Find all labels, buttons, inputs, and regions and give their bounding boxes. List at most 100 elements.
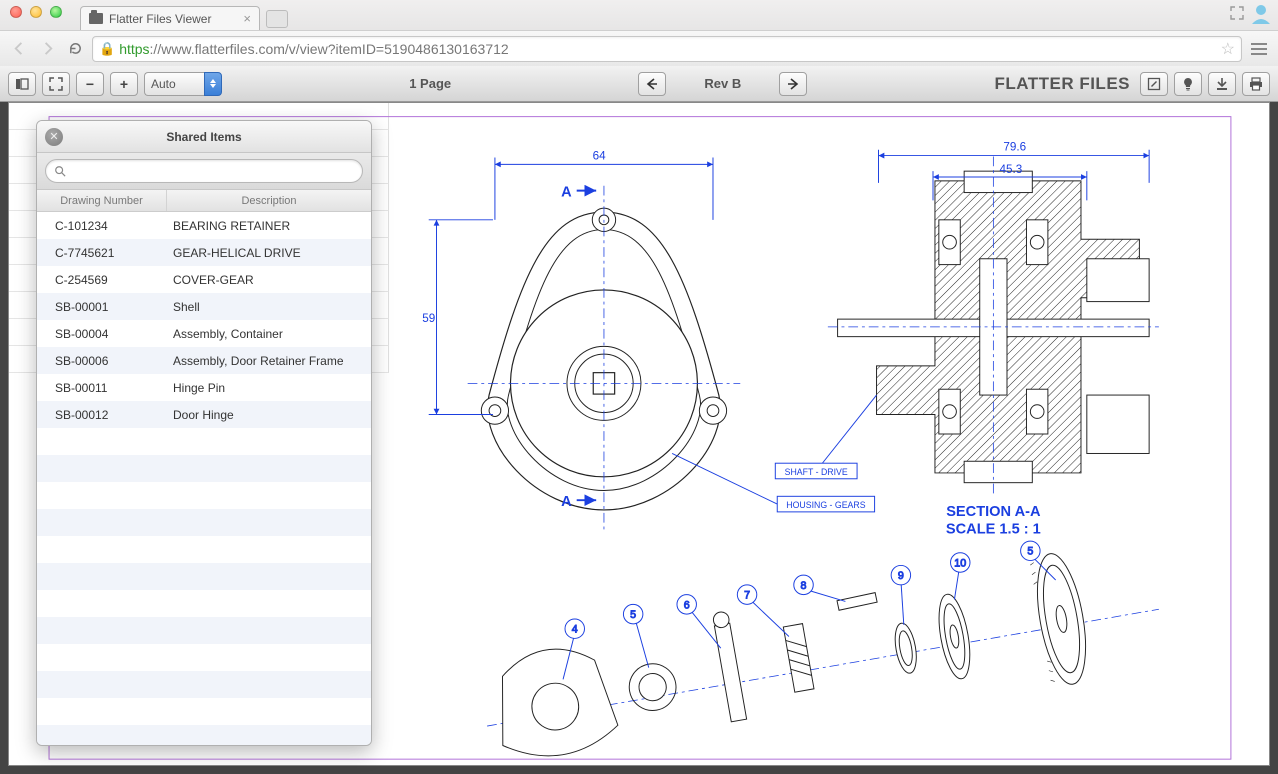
section-title-2: SCALE 1.5 : 1 <box>946 521 1041 537</box>
window-close-button[interactable] <box>10 6 22 18</box>
balloon-8: 8 <box>801 580 807 592</box>
brand-label: FLATTER FILES <box>994 74 1130 94</box>
user-profile-icon[interactable] <box>1250 2 1272 24</box>
nav-forward-button[interactable] <box>36 38 58 60</box>
table-row[interactable]: SB-00001Shell <box>37 293 371 320</box>
cell-description: BEARING RETAINER <box>167 219 371 233</box>
tab-close-icon[interactable]: × <box>243 11 251 26</box>
window-controls <box>10 6 62 18</box>
tab-favicon <box>89 13 103 24</box>
nav-back-button[interactable] <box>8 38 30 60</box>
cell-drawing-number: SB-00012 <box>37 408 167 422</box>
search-box[interactable] <box>45 159 363 183</box>
idea-button[interactable] <box>1174 72 1202 96</box>
dim-59: 59 <box>422 312 435 325</box>
marker-a-top: A <box>561 184 572 200</box>
cell-drawing-number: SB-00011 <box>37 381 167 395</box>
dim-45-3: 45.3 <box>1000 163 1023 176</box>
edit-button[interactable] <box>1140 72 1168 96</box>
table-row[interactable]: C-254569COVER-GEAR <box>37 266 371 293</box>
shared-items-panel: ✕ Shared Items Drawing Number Descriptio… <box>36 120 372 746</box>
panel-header: ✕ Shared Items <box>37 121 371 153</box>
rev-prev-button[interactable] <box>638 72 666 96</box>
table-row[interactable]: SB-00004Assembly, Container <box>37 320 371 347</box>
balloon-7: 7 <box>744 590 750 602</box>
tab-active[interactable]: Flatter Files Viewer × <box>80 6 260 30</box>
balloon-4: 4 <box>572 624 578 636</box>
table-row[interactable] <box>37 590 371 617</box>
section-title-1: SECTION A-A <box>946 504 1041 520</box>
table-row[interactable] <box>37 428 371 455</box>
col-description[interactable]: Description <box>167 190 371 211</box>
cell-description: COVER-GEAR <box>167 273 371 287</box>
zoom-in-button[interactable]: + <box>110 72 138 96</box>
table-row[interactable] <box>37 482 371 509</box>
zoom-select[interactable]: Auto <box>144 72 222 96</box>
table-row[interactable] <box>37 617 371 644</box>
rev-next-button[interactable] <box>779 72 807 96</box>
table-row[interactable] <box>37 698 371 725</box>
sidebar-toggle-button[interactable] <box>8 72 36 96</box>
balloon-5b: 5 <box>1027 546 1033 558</box>
balloon-5a: 5 <box>630 609 636 621</box>
address-bar: 🔒 https://www.flatterfiles.com/v/view?it… <box>0 30 1278 66</box>
table-row[interactable] <box>37 455 371 482</box>
table-row[interactable] <box>37 671 371 698</box>
table-row[interactable] <box>37 563 371 590</box>
cell-drawing-number: C-7745621 <box>37 246 167 260</box>
download-button[interactable] <box>1208 72 1236 96</box>
label-housing: HOUSING - GEARS <box>786 500 865 510</box>
tab-strip: Flatter Files Viewer × <box>80 0 1218 30</box>
rev-label: Rev B <box>676 76 769 91</box>
cell-drawing-number: C-254569 <box>37 273 167 287</box>
balloon-10: 10 <box>954 557 966 569</box>
table-row[interactable]: SB-00006Assembly, Door Retainer Frame <box>37 347 371 374</box>
table-row[interactable]: SB-00011Hinge Pin <box>37 374 371 401</box>
tab-title: Flatter Files Viewer <box>109 12 211 26</box>
new-tab-button[interactable] <box>266 10 288 28</box>
zoom-value: Auto <box>144 72 204 96</box>
panel-title: Shared Items <box>166 130 241 144</box>
cell-drawing-number: SB-00006 <box>37 354 167 368</box>
print-button[interactable] <box>1242 72 1270 96</box>
label-shaft: SHAFT - DRIVE <box>785 467 848 477</box>
browser-chrome: Flatter Files Viewer × 🔒 https://www.fla… <box>0 0 1278 66</box>
table-row[interactable] <box>37 644 371 671</box>
url-text: https://www.flatterfiles.com/v/view?item… <box>119 41 509 57</box>
fit-screen-button[interactable] <box>42 72 70 96</box>
cell-drawing-number: C-101234 <box>37 219 167 233</box>
zoom-out-button[interactable]: − <box>76 72 104 96</box>
col-drawing-number[interactable]: Drawing Number <box>37 190 167 211</box>
window-zoom-button[interactable] <box>50 6 62 18</box>
table-row[interactable] <box>37 509 371 536</box>
zoom-stepper-icon[interactable] <box>204 72 222 96</box>
cell-description: Hinge Pin <box>167 381 371 395</box>
table-row[interactable] <box>37 725 371 745</box>
panel-close-button[interactable]: ✕ <box>45 128 63 146</box>
nav-reload-button[interactable] <box>64 38 86 60</box>
balloon-9: 9 <box>898 570 904 582</box>
window-minimize-button[interactable] <box>30 6 42 18</box>
table-row[interactable]: SB-00012Door Hinge <box>37 401 371 428</box>
search-input[interactable] <box>72 164 354 178</box>
bookmark-star-icon[interactable]: ☆ <box>1221 39 1235 59</box>
cell-drawing-number: SB-00001 <box>37 300 167 314</box>
fullscreen-toggle-icon[interactable] <box>1230 6 1244 20</box>
url-field[interactable]: 🔒 https://www.flatterfiles.com/v/view?it… <box>92 36 1242 62</box>
table-row[interactable] <box>37 536 371 563</box>
dim-64: 64 <box>593 149 606 162</box>
app-toolbar: − + Auto 1 Page Rev B FLATTER FILES <box>0 66 1278 102</box>
lock-icon: 🔒 <box>99 41 115 57</box>
browser-menu-button[interactable] <box>1248 43 1270 55</box>
dim-79-6: 79.6 <box>1003 141 1026 154</box>
page-count-label: 1 Page <box>409 76 451 91</box>
revision-nav: Rev B <box>638 72 807 96</box>
search-icon <box>54 165 66 177</box>
panel-column-headers: Drawing Number Description <box>37 190 371 212</box>
cell-description: Assembly, Container <box>167 327 371 341</box>
table-row[interactable]: C-7745621GEAR-HELICAL DRIVE <box>37 239 371 266</box>
cell-description: Assembly, Door Retainer Frame <box>167 354 371 368</box>
cell-description: Door Hinge <box>167 408 371 422</box>
table-row[interactable]: C-101234BEARING RETAINER <box>37 212 371 239</box>
marker-a-bottom: A <box>561 494 572 510</box>
